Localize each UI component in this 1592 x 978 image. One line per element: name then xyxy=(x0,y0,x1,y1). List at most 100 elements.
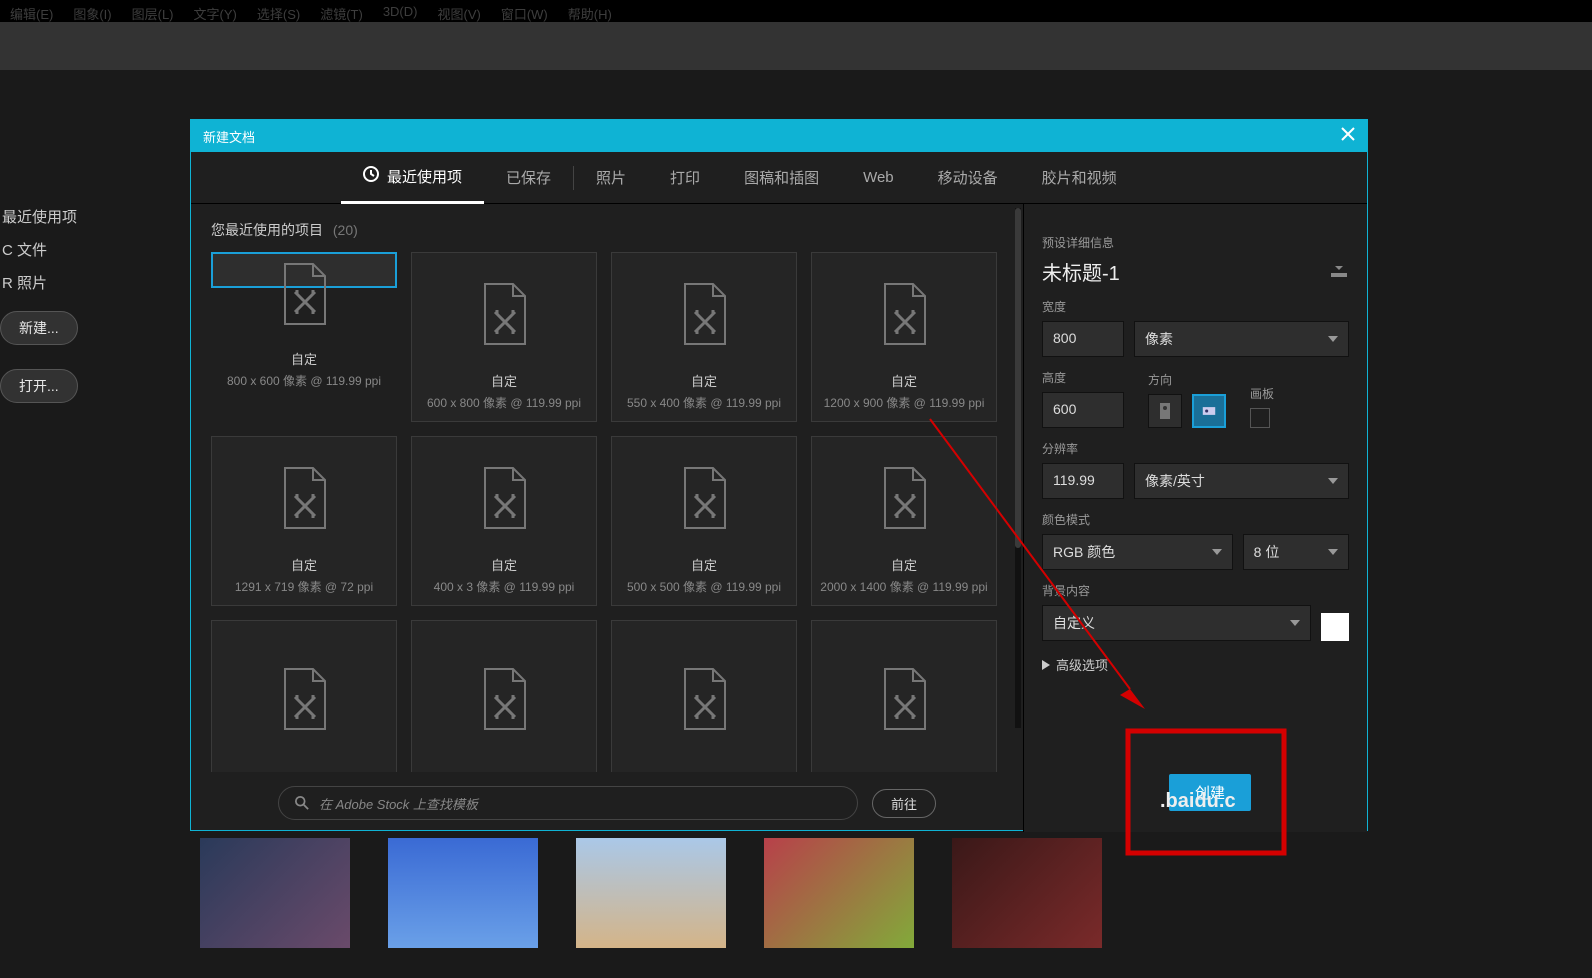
document-icon xyxy=(477,282,531,353)
home-left-panel: 最近使用项 C 文件 R 照片 新建... 打开... xyxy=(0,200,140,415)
color-mode-label: 颜色模式 xyxy=(1042,511,1349,528)
preset-name: 自定 xyxy=(891,371,917,390)
height-label: 高度 xyxy=(1042,369,1124,386)
recent-gallery xyxy=(200,838,1102,948)
menu-item[interactable]: 图象(I) xyxy=(73,4,111,18)
preset-detail: 400 x 3 像素 @ 119.99 ppi xyxy=(434,578,575,595)
preset-item[interactable]: 自定 2000 x 1400 像素 @ 119.99 ppi xyxy=(811,436,997,606)
resolution-input[interactable]: 119.99 xyxy=(1042,463,1124,499)
artboard-label: 画板 xyxy=(1250,385,1274,402)
resolution-unit-select[interactable]: 像素/英寸 xyxy=(1134,463,1349,499)
details-heading: 预设详细信息 xyxy=(1042,234,1349,251)
recent-thumbnail[interactable] xyxy=(764,838,914,948)
tab-photo[interactable]: 照片 xyxy=(574,152,648,204)
document-icon xyxy=(277,466,331,537)
menu-item[interactable]: 滤镜(T) xyxy=(320,4,363,18)
preset-item[interactable]: 自定 500 x 500 像素 @ 119.99 ppi xyxy=(611,436,797,606)
preset-item[interactable]: 自定 400 x 3 像素 @ 119.99 ppi xyxy=(411,436,597,606)
document-icon xyxy=(877,667,931,738)
color-mode-select[interactable]: RGB 颜色 xyxy=(1042,534,1233,570)
preset-details-panel: 预设详细信息 未标题-1 宽度 800 像素 高度 600 方向 xyxy=(1023,204,1367,832)
scrollbar[interactable] xyxy=(1015,208,1021,728)
document-icon xyxy=(677,667,731,738)
orientation-portrait-button[interactable] xyxy=(1148,394,1182,428)
home-cc-files-label[interactable]: C 文件 xyxy=(0,233,140,266)
save-preset-icon[interactable] xyxy=(1329,261,1349,282)
preset-item[interactable]: 自定 xyxy=(611,620,797,772)
preset-name: 自定 xyxy=(491,555,517,574)
document-icon xyxy=(477,466,531,537)
document-icon xyxy=(477,667,531,738)
preset-name: 自定 xyxy=(291,555,317,574)
preset-item[interactable]: 自定550 x 400 像素 @ 119.99 ppi xyxy=(611,252,797,422)
tab-mobile[interactable]: 移动设备 xyxy=(916,152,1020,204)
background-color-swatch[interactable] xyxy=(1321,613,1349,641)
document-name-input[interactable]: 未标题-1 xyxy=(1042,257,1120,286)
preset-item[interactable]: 自定 xyxy=(811,620,997,772)
tab-film[interactable]: 胶片和视频 xyxy=(1020,152,1139,204)
color-depth-select[interactable]: 8 位 xyxy=(1243,534,1349,570)
recent-thumbnail[interactable] xyxy=(388,838,538,948)
orientation-landscape-button[interactable] xyxy=(1192,394,1226,428)
tab-recent[interactable]: 最近使用项 xyxy=(341,152,484,204)
open-button[interactable]: 打开... xyxy=(0,369,78,403)
go-button[interactable]: 前往 xyxy=(872,789,936,818)
home-lr-photos-label[interactable]: R 照片 xyxy=(0,266,140,299)
preset-name: 自定 xyxy=(291,349,317,368)
category-tabs: 最近使用项 已保存 照片 打印 图稿和插图 Web 移动设备 胶片和视频 xyxy=(191,152,1367,204)
recent-thumbnail[interactable] xyxy=(200,838,350,948)
menu-item[interactable]: 文字(Y) xyxy=(194,4,237,18)
close-icon[interactable] xyxy=(1341,127,1355,146)
new-button[interactable]: 新建... xyxy=(0,311,78,345)
tab-saved[interactable]: 已保存 xyxy=(484,152,573,204)
document-icon xyxy=(277,667,331,738)
document-icon xyxy=(677,282,731,353)
menu-item[interactable]: 选择(S) xyxy=(257,4,300,18)
main-menu-bar: 编辑(E) 图象(I) 图层(L) 文字(Y) 选择(S) 滤镜(T) 3D(D… xyxy=(0,0,1592,22)
preset-item[interactable]: 自定 xyxy=(211,620,397,772)
tab-web[interactable]: Web xyxy=(841,152,916,204)
preset-name: 自定 xyxy=(691,555,717,574)
recent-thumbnail[interactable] xyxy=(952,838,1102,948)
new-document-dialog: 新建文档 最近使用项 已保存 照片 打印 图稿和插图 Web 移动设备 胶片和视… xyxy=(190,119,1368,831)
menu-item[interactable]: 视图(V) xyxy=(437,4,480,18)
preset-item[interactable]: 自定 1200 x 900 像素 @ 119.99 ppi xyxy=(811,252,997,422)
preset-detail: 2000 x 1400 像素 @ 119.99 ppi xyxy=(820,578,987,595)
preset-name: 自定 xyxy=(691,371,717,390)
preset-detail: 1291 x 719 像素 @ 72 ppi xyxy=(235,578,373,595)
home-recent-label[interactable]: 最近使用项 xyxy=(0,200,140,233)
tab-print[interactable]: 打印 xyxy=(648,152,722,204)
clock-icon xyxy=(363,166,379,186)
preset-item[interactable]: 自定 1291 x 719 像素 @ 72 ppi xyxy=(211,436,397,606)
preset-name: 自定 xyxy=(891,555,917,574)
document-icon xyxy=(877,466,931,537)
menu-item[interactable]: 帮助(H) xyxy=(568,4,612,18)
unit-select[interactable]: 像素 xyxy=(1134,321,1349,357)
tab-art[interactable]: 图稿和插图 xyxy=(722,152,841,204)
menu-item[interactable]: 图层(L) xyxy=(132,4,174,18)
width-label: 宽度 xyxy=(1042,298,1349,315)
advanced-options-toggle[interactable]: 高级选项 xyxy=(1042,655,1349,674)
width-input[interactable]: 800 xyxy=(1042,321,1124,357)
menu-item[interactable]: 3D(D) xyxy=(383,4,418,18)
dialog-title: 新建文档 xyxy=(203,127,255,146)
document-icon xyxy=(677,466,731,537)
preset-item[interactable]: 自定 xyxy=(411,620,597,772)
artboard-checkbox[interactable] xyxy=(1250,408,1270,428)
height-input[interactable]: 600 xyxy=(1042,392,1124,428)
preset-item[interactable]: 自定800 x 600 像素 @ 119.99 ppi xyxy=(211,252,397,288)
document-icon xyxy=(277,262,331,331)
preset-item[interactable]: 自定600 x 800 像素 @ 119.99 ppi xyxy=(411,252,597,422)
stock-search-input[interactable]: 在 Adobe Stock 上查找模板 xyxy=(278,786,858,820)
options-bar xyxy=(0,22,1592,70)
preset-detail: 1200 x 900 像素 @ 119.99 ppi xyxy=(824,394,985,411)
menu-item[interactable]: 编辑(E) xyxy=(10,4,53,18)
scrollbar-thumb[interactable] xyxy=(1015,208,1021,548)
preset-detail: 500 x 500 像素 @ 119.99 ppi xyxy=(627,578,781,595)
recent-thumbnail[interactable] xyxy=(576,838,726,948)
preset-detail: 800 x 600 像素 @ 119.99 ppi xyxy=(227,372,381,389)
background-select[interactable]: 自定义 xyxy=(1042,605,1311,641)
recent-header: 您最近使用的项目 (20) xyxy=(211,220,1003,240)
preset-grid-area: 您最近使用的项目 (20) 自定800 x 600 像素 @ 119.99 pp… xyxy=(191,204,1023,832)
menu-item[interactable]: 窗口(W) xyxy=(501,4,548,18)
